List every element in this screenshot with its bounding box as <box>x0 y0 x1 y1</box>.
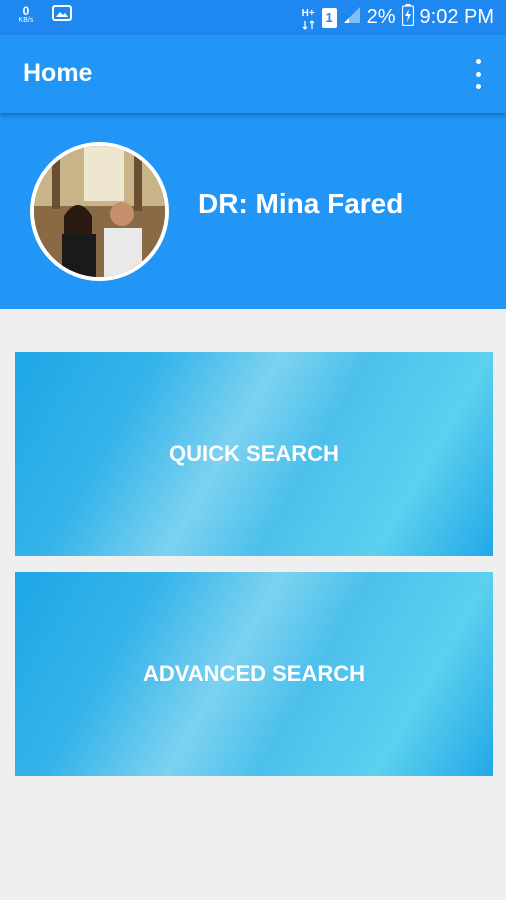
menu-dot <box>475 71 481 77</box>
app-bar: Home <box>0 35 506 113</box>
sim-icon: 1 <box>321 7 337 28</box>
network-type-icon: H+ <box>302 6 316 30</box>
advanced-search-label: ADVANCED SEARCH <box>142 661 366 686</box>
avatar-photo <box>34 146 165 277</box>
quick-search-label: QUICK SEARCH <box>169 441 339 466</box>
status-right: H+ 1 2% 9:02 PM <box>302 0 494 35</box>
battery-charging-icon <box>401 4 414 31</box>
menu-dot <box>475 84 481 89</box>
profile-header: DR: Mina Fared <box>0 113 506 309</box>
sim-slot-label: 1 <box>325 9 333 25</box>
page-title: Home <box>23 59 93 87</box>
network-type-label: H+ <box>301 7 315 19</box>
network-speed-unit: KB/s <box>18 16 34 24</box>
advanced-search-button[interactable]: ADVANCED SEARCH <box>15 572 493 776</box>
status-left: 0 KB/s <box>14 5 72 26</box>
status-bar: 0 KB/s H+ 1 2% 9:02 PM <box>0 0 506 35</box>
avatar <box>30 142 169 281</box>
signal-icon <box>343 6 361 29</box>
quick-search-button[interactable]: QUICK SEARCH <box>15 352 493 556</box>
user-name: DR: Mina Fared <box>198 188 404 219</box>
menu-dot <box>475 59 481 64</box>
clock: 9:02 PM <box>419 6 494 28</box>
network-speed: 0 KB/s <box>14 3 38 26</box>
gallery-icon <box>52 5 72 26</box>
battery-percent: 2% <box>366 6 396 28</box>
network-speed-value: 0 <box>22 3 30 18</box>
overflow-menu-icon[interactable] <box>472 59 484 89</box>
